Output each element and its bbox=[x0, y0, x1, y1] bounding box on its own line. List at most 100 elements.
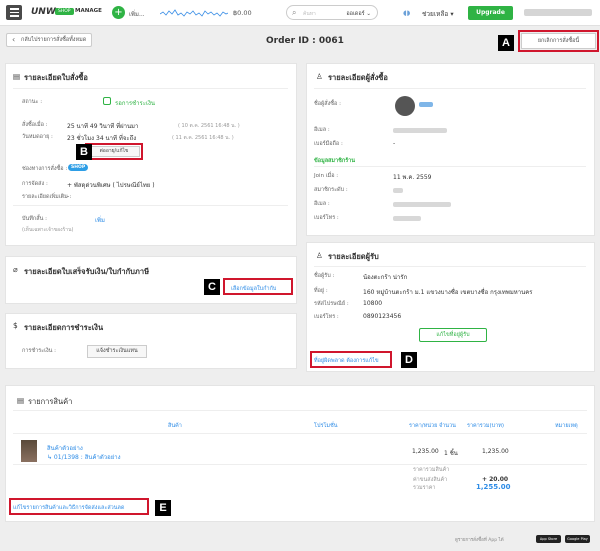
receiver-tel-label: เบอร์โทร : bbox=[314, 314, 339, 320]
buyer-email-redacted bbox=[393, 128, 447, 133]
expire-date: ( 11 ต.ค. 2561 16:48 น. ) bbox=[172, 135, 234, 141]
status-label: สถานะ : bbox=[22, 99, 43, 105]
buyer-title: รายละเอียดผู้สั่งซื้อ bbox=[328, 73, 388, 82]
marker-a: A bbox=[498, 35, 514, 51]
col-total: ราคารวม(บาท) bbox=[467, 423, 504, 429]
product-total: 1,235.00 bbox=[482, 448, 509, 455]
extra-value: - bbox=[67, 193, 70, 200]
receiver-name-label: ชื่อผู้รับ : bbox=[314, 273, 335, 279]
page-title: Order ID : 0061 bbox=[266, 36, 344, 46]
back-button[interactable]: ‹ กลับไปรายการสั่งซื้อทั้งหมด bbox=[6, 33, 92, 47]
receiver-addr-value: 160 หมู่บ้านตะกร้า ม.1 แขวงบางซื่อ เขตบา… bbox=[363, 289, 533, 296]
sales-sparkline bbox=[160, 9, 228, 17]
receiver-addr-label: ที่อยู่ : bbox=[314, 288, 328, 294]
highlight-extend bbox=[85, 143, 143, 160]
search-scope-select[interactable]: ออเดอร์ ⌄ bbox=[346, 10, 371, 18]
divider bbox=[13, 464, 587, 465]
add-note-link[interactable]: เพิ่ม bbox=[95, 215, 105, 225]
divider bbox=[314, 166, 586, 167]
col-product: สินค้า bbox=[168, 423, 182, 429]
invoice-title: รายละเอียดใบเสร็จรับเงิน/ใบกำกับภาษี bbox=[24, 267, 150, 276]
products-title: รายการสินค้า bbox=[28, 397, 73, 406]
receiver-name-value: น้องตะกร้า น่ารัก bbox=[363, 274, 408, 281]
google-play-badge[interactable]: Google Play bbox=[565, 535, 590, 543]
notify-payment-button[interactable]: แจ้งชำระเงินแทน bbox=[87, 345, 147, 358]
top-bar: UNW SHOP MANAGE + เพิ่ม... ฿0.00 ⌕ ค้นหา… bbox=[0, 0, 600, 26]
ordered-date: ( 10 ต.ค. 2561 16:48 น. ) bbox=[178, 123, 240, 129]
highlight-edit-products bbox=[9, 498, 149, 515]
logo-sub: MANAGE bbox=[75, 8, 102, 14]
help-menu[interactable]: ช่วยเหลือ ▾ bbox=[422, 9, 454, 19]
pending-icon bbox=[103, 97, 111, 105]
col-qty: จำนวน bbox=[439, 423, 456, 429]
buyer-phone-label: เบอร์มือถือ : bbox=[314, 141, 343, 147]
highlight-wrong-address bbox=[310, 351, 392, 368]
divider bbox=[314, 266, 586, 267]
search-input[interactable]: ค้นหา bbox=[303, 10, 316, 18]
col-promo: โปรโมชั่น bbox=[314, 423, 338, 429]
receiver-title: รายละเอียดผู้รับ bbox=[328, 252, 379, 261]
product-thumbnail[interactable] bbox=[21, 440, 37, 462]
member-phone-redacted bbox=[393, 216, 421, 221]
ordered-value: 25 นาที 49 วินาที ที่ผ่านมา bbox=[67, 123, 139, 130]
headset-icon: ◖◗ bbox=[403, 9, 411, 17]
delivery-label: การจัดส่ง : bbox=[22, 181, 48, 187]
clipboard-icon: ▤ bbox=[13, 72, 21, 81]
logo: UNW bbox=[31, 7, 56, 17]
avatar bbox=[395, 96, 415, 116]
divider bbox=[13, 205, 288, 206]
product-variant-link[interactable]: ↳ 01/1398 : สินค้าตัวอย่าง bbox=[47, 452, 121, 462]
channel-badge: SHOP bbox=[68, 164, 89, 171]
note-label: บันทึกสั้น : bbox=[22, 216, 47, 222]
highlight-invoice bbox=[223, 278, 293, 295]
paperclip-icon: ⌀ bbox=[13, 265, 18, 274]
receiver-zip-label: รหัสไปรษณีย์ : bbox=[314, 301, 349, 307]
extra-label: รายละเอียดเพิ่มเติม : bbox=[22, 194, 72, 200]
buyer-email-label: อีเมล : bbox=[314, 127, 330, 133]
menu-icon[interactable] bbox=[6, 5, 22, 20]
search-icon: ⌕ bbox=[292, 8, 297, 17]
member-level-redacted bbox=[393, 188, 403, 193]
product-unit-price: 1,235.00 bbox=[412, 448, 439, 455]
divider bbox=[13, 433, 587, 434]
search-box[interactable]: ⌕ ค้นหา ออเดอร์ ⌄ bbox=[286, 5, 378, 20]
add-label[interactable]: เพิ่ม... bbox=[129, 9, 145, 19]
receiver-zip-value: 10800 bbox=[363, 300, 383, 307]
buyer-name-redacted bbox=[419, 102, 433, 107]
order-details-card bbox=[5, 63, 297, 246]
sum-label: ราคารวมสินค้า bbox=[413, 467, 450, 473]
user-menu[interactable] bbox=[524, 9, 592, 16]
dollar-icon: $ bbox=[13, 321, 18, 330]
balance: ฿0.00 bbox=[233, 9, 252, 17]
grand-total-value: 1,255.00 bbox=[476, 483, 511, 491]
channel-label: ช่องทางการสั่งซื้อ : bbox=[22, 166, 68, 172]
col-unit-price: ราคา/หน่วย bbox=[409, 423, 438, 429]
app-store-badge[interactable]: App Store bbox=[536, 535, 561, 543]
edit-receiver-button[interactable]: แก้ไขที่อยู่ผู้รับ bbox=[419, 328, 487, 342]
member-phone-label: เบอร์โทร : bbox=[314, 215, 339, 221]
join-value: 11 พ.ค. 2559 bbox=[393, 174, 432, 181]
buyer-name-label: ชื่อผู้สั่งซื้อ : bbox=[314, 101, 341, 107]
member-section-title: ข้อมูลสมาชิกร้าน bbox=[314, 158, 355, 164]
status-value: รอการชำระเงิน bbox=[115, 100, 156, 107]
highlight-cancel bbox=[518, 30, 599, 52]
upgrade-button[interactable]: Upgrade bbox=[468, 6, 513, 20]
user-icon: ♙ bbox=[316, 72, 323, 81]
product-qty: 1 ชิ้น bbox=[444, 450, 458, 457]
member-email-redacted bbox=[393, 202, 451, 207]
shipping-value: + 20.00 bbox=[482, 476, 509, 483]
payment-label: การชำระเงิน : bbox=[22, 348, 57, 354]
add-icon[interactable]: + bbox=[112, 6, 125, 19]
marker-b: B bbox=[76, 144, 92, 160]
member-level-label: สมาชิกระดับ : bbox=[314, 187, 348, 193]
divider bbox=[13, 410, 587, 411]
marker-c: C bbox=[204, 279, 220, 295]
divider bbox=[314, 88, 586, 89]
sum-value: 1,235.00 bbox=[482, 466, 509, 473]
back-label: กลับไปรายการสั่งซื้อทั้งหมด bbox=[21, 37, 87, 43]
user-icon: ♙ bbox=[316, 251, 323, 260]
join-label: Join เมื่อ : bbox=[314, 173, 339, 179]
delivery-value: + พัสดุด่วนพิเศษ ( ไปรษณีย์ไทย ) bbox=[67, 182, 155, 189]
ordered-label: สั่งซื้อเมื่อ : bbox=[22, 122, 48, 128]
chevron-left-icon: ‹ bbox=[12, 35, 16, 44]
